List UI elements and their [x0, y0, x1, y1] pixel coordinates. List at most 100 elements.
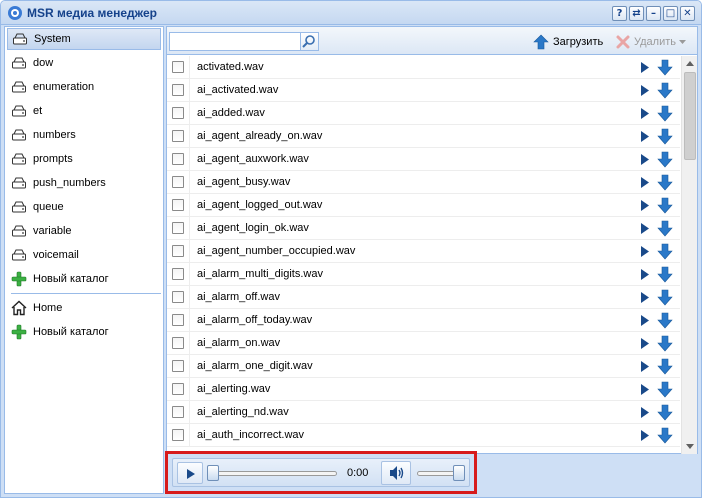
row-checkbox[interactable]: [172, 60, 184, 73]
sidebar-item-variable[interactable]: variable: [7, 220, 161, 242]
search-button[interactable]: [301, 32, 319, 51]
play-icon[interactable]: [640, 200, 650, 211]
search-input[interactable]: [169, 32, 301, 51]
row-checkbox[interactable]: [172, 428, 184, 441]
scroll-thumb[interactable]: [684, 72, 696, 160]
play-icon[interactable]: [640, 131, 650, 142]
row-checkbox[interactable]: [172, 106, 184, 119]
file-list-scrollbar[interactable]: [681, 56, 697, 454]
download-arrow-icon[interactable]: [657, 289, 673, 306]
table-row[interactable]: ai_activated.wav: [167, 78, 680, 102]
row-checkbox[interactable]: [172, 152, 184, 165]
volume-slider-thumb[interactable]: [453, 465, 465, 481]
help-button[interactable]: ?: [612, 6, 627, 21]
player-play-button[interactable]: [177, 462, 203, 484]
download-arrow-icon[interactable]: [657, 427, 673, 444]
play-icon[interactable]: [640, 246, 650, 257]
sidebar-item-voicemail[interactable]: voicemail: [7, 244, 161, 266]
play-icon[interactable]: [640, 85, 650, 96]
sidebar-item-prompts[interactable]: prompts: [7, 148, 161, 170]
seek-slider-thumb[interactable]: [207, 465, 219, 481]
delete-button[interactable]: Удалить: [615, 32, 686, 52]
download-arrow-icon[interactable]: [657, 105, 673, 122]
sidebar-item-новый-каталог[interactable]: Новый каталог: [7, 268, 161, 290]
download-arrow-icon[interactable]: [657, 220, 673, 237]
play-icon[interactable]: [640, 62, 650, 73]
play-icon[interactable]: [640, 108, 650, 119]
table-row[interactable]: ai_alerting_nd.wav: [167, 400, 680, 424]
download-arrow-icon[interactable]: [657, 404, 673, 421]
table-row[interactable]: ai_alarm_one_digit.wav: [167, 354, 680, 378]
download-arrow-icon[interactable]: [657, 197, 673, 214]
row-checkbox[interactable]: [172, 405, 184, 418]
sidebar-item-numbers[interactable]: numbers: [7, 124, 161, 146]
table-row[interactable]: ai_agent_number_occupied.wav: [167, 239, 680, 263]
download-arrow-icon[interactable]: [657, 358, 673, 375]
close-button[interactable]: ✕: [680, 6, 695, 21]
table-row[interactable]: ai_auth_incorrect.wav: [167, 423, 680, 447]
row-checkbox[interactable]: [172, 382, 184, 395]
play-icon[interactable]: [640, 292, 650, 303]
download-arrow-icon[interactable]: [657, 266, 673, 283]
row-checkbox[interactable]: [172, 129, 184, 142]
row-checkbox[interactable]: [172, 83, 184, 96]
row-checkbox[interactable]: [172, 336, 184, 349]
row-checkbox[interactable]: [172, 221, 184, 234]
play-icon[interactable]: [640, 338, 650, 349]
download-arrow-icon[interactable]: [657, 151, 673, 168]
title-bar[interactable]: MSR медиа менеджер ? ⇄ – □ ✕: [1, 1, 701, 25]
download-arrow-icon[interactable]: [657, 59, 673, 76]
maximize-button[interactable]: □: [663, 6, 678, 21]
play-icon[interactable]: [640, 154, 650, 165]
table-row[interactable]: ai_added.wav: [167, 101, 680, 125]
download-arrow-icon[interactable]: [657, 243, 673, 260]
table-row[interactable]: ai_agent_already_on.wav: [167, 124, 680, 148]
row-checkbox[interactable]: [172, 359, 184, 372]
scroll-up-arrow[interactable]: [686, 61, 694, 66]
sidebar-item-system[interactable]: System: [7, 28, 161, 50]
sidebar-item-dow[interactable]: dow: [7, 52, 161, 74]
download-arrow-icon[interactable]: [657, 312, 673, 329]
row-checkbox[interactable]: [172, 244, 184, 257]
table-row[interactable]: ai_agent_logged_out.wav: [167, 193, 680, 217]
table-row[interactable]: ai_alarm_multi_digits.wav: [167, 262, 680, 286]
sidebar-item-push-numbers[interactable]: push_numbers: [7, 172, 161, 194]
row-checkbox[interactable]: [172, 175, 184, 188]
sidebar-item-et[interactable]: et: [7, 100, 161, 122]
minimize-button[interactable]: –: [646, 6, 661, 21]
download-arrow-icon[interactable]: [657, 128, 673, 145]
table-row[interactable]: activated.wav: [167, 56, 680, 79]
play-icon[interactable]: [640, 269, 650, 280]
download-arrow-icon[interactable]: [657, 174, 673, 191]
play-icon[interactable]: [640, 430, 650, 441]
table-row[interactable]: ai_alarm_off_today.wav: [167, 308, 680, 332]
sidebar-home-item-1[interactable]: Новый каталог: [7, 321, 161, 343]
table-row[interactable]: ai_agent_busy.wav: [167, 170, 680, 194]
play-icon[interactable]: [640, 315, 650, 326]
row-checkbox[interactable]: [172, 198, 184, 211]
row-checkbox[interactable]: [172, 290, 184, 303]
table-row[interactable]: ai_alarm_on.wav: [167, 331, 680, 355]
sidebar-item-queue[interactable]: queue: [7, 196, 161, 218]
upload-button[interactable]: Загрузить: [533, 32, 603, 52]
row-checkbox[interactable]: [172, 267, 184, 280]
table-row[interactable]: ai_alarm_off.wav: [167, 285, 680, 309]
play-icon[interactable]: [640, 384, 650, 395]
row-checkbox[interactable]: [172, 313, 184, 326]
download-arrow-icon[interactable]: [657, 381, 673, 398]
table-row[interactable]: ai_agent_login_ok.wav: [167, 216, 680, 240]
table-row[interactable]: ai_alerting.wav: [167, 377, 680, 401]
play-icon[interactable]: [640, 407, 650, 418]
play-icon[interactable]: [640, 361, 650, 372]
sidebar-home-item-0[interactable]: Home: [7, 297, 161, 319]
sidebar-item-enumeration[interactable]: enumeration: [7, 76, 161, 98]
play-icon[interactable]: [640, 223, 650, 234]
seek-track[interactable]: [211, 471, 337, 476]
refresh-button[interactable]: ⇄: [629, 6, 644, 21]
play-icon[interactable]: [640, 177, 650, 188]
volume-button[interactable]: [381, 461, 411, 485]
table-row[interactable]: ai_agent_auxwork.wav: [167, 147, 680, 171]
download-arrow-icon[interactable]: [657, 335, 673, 352]
download-arrow-icon[interactable]: [657, 82, 673, 99]
scroll-down-arrow[interactable]: [686, 444, 694, 449]
